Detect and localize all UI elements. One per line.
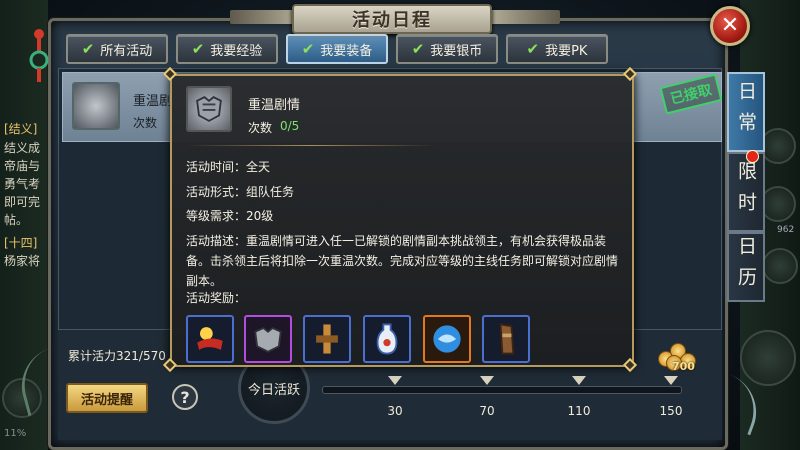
window-title: 活动日程: [352, 10, 432, 31]
title-ornament: [230, 10, 300, 24]
side-text: [结义]: [4, 122, 38, 136]
tab-all-activities[interactable]: ✔ 所有活动: [66, 34, 168, 64]
side-text: 即可完: [4, 195, 41, 209]
armor-icon: [254, 327, 282, 353]
reward-slot[interactable]: [244, 315, 292, 363]
tab-label: 我要装备: [320, 43, 373, 59]
side-text: 杨家将: [4, 254, 41, 268]
reward-slot[interactable]: [423, 315, 471, 363]
tab-label: 我要经验: [210, 43, 263, 59]
skill-button[interactable]: [740, 330, 796, 386]
side-text: [十四]: [4, 236, 38, 250]
side-tab-label: 日历: [735, 236, 757, 298]
tab-experience[interactable]: ✔ 我要经验: [176, 34, 278, 64]
red-cloth-icon: [197, 327, 223, 350]
tab-label: 所有活动: [100, 43, 153, 59]
side-text: 结义成: [4, 141, 41, 155]
armor-icon: [186, 86, 232, 132]
vitality-text: 累计活力321/570: [68, 349, 166, 363]
reward-slot[interactable]: [482, 315, 530, 363]
milestone-marker[interactable]: [572, 376, 586, 385]
check-icon: ✔: [81, 40, 95, 58]
check-icon: ✔: [526, 40, 540, 58]
skill-button[interactable]: [760, 186, 796, 222]
activity-remind-button[interactable]: 活动提醒: [66, 383, 148, 413]
tooltip-reward-label: 活动奖励：: [186, 291, 247, 305]
milestone-marker[interactable]: [480, 376, 494, 385]
tooltip-time: 活动时间：全天: [186, 160, 271, 174]
milestone-marker[interactable]: [388, 376, 402, 385]
reward-slot[interactable]: [303, 315, 351, 363]
milestone-label: 110: [567, 404, 591, 418]
tooltip-divider: [186, 145, 436, 146]
stat-value: 962: [777, 225, 795, 235]
close-icon: ✕: [720, 13, 740, 38]
milestone-marker[interactable]: [664, 376, 678, 385]
tooltip-count-label: 次数: [248, 121, 273, 135]
side-text: 勇气考: [4, 177, 41, 191]
milestone-label: 150: [659, 404, 683, 418]
side-tab-daily[interactable]: 日常: [727, 72, 765, 152]
coin-reward-value: 700: [672, 360, 695, 373]
tooltip-count-value: 0/5: [280, 119, 300, 133]
side-tab-label: 日常: [735, 81, 757, 143]
game-screen: 11% 962 重温剧 次数 已接取 [结义] 结义成 帝庙与 勇气考 即可完 …: [0, 0, 800, 450]
window-title-banner: 活动日程: [292, 4, 492, 34]
tab-equipment[interactable]: ✔ 我要装备: [286, 34, 388, 64]
check-icon: ✔: [301, 40, 315, 58]
activity-row-count: 次数: [133, 116, 158, 130]
close-button[interactable]: ✕: [710, 6, 750, 46]
blue-orb-icon: [433, 325, 461, 353]
tooltip-description: 活动描述：重温剧情可进入任一已解锁的剧情副本挑战领主，有机会获得极品装备。击杀领…: [186, 234, 619, 288]
hp-percent: 11%: [4, 428, 27, 439]
help-icon: ?: [180, 387, 190, 407]
skill-button[interactable]: [762, 248, 798, 284]
vase-icon: [376, 323, 398, 355]
title-ornament: [490, 10, 560, 24]
tab-label: 我要PK: [545, 43, 588, 59]
vitality-progress-track: [322, 386, 682, 394]
chinese-knot-icon: [29, 29, 49, 82]
check-icon: ✔: [191, 40, 205, 58]
scroll-icon: [316, 324, 338, 354]
tooltip-form: 活动形式：组队任务: [186, 185, 295, 199]
activity-row-name: 重温剧: [133, 94, 173, 109]
remind-button-label: 活动提醒: [80, 392, 133, 408]
tooltip-title: 重温剧情: [248, 98, 301, 113]
side-text: 帖。: [4, 213, 29, 227]
side-tab-label: 限时: [735, 161, 757, 223]
help-button[interactable]: ?: [172, 384, 198, 410]
milestone-label: 70: [479, 404, 495, 418]
armor-icon: [72, 82, 120, 130]
tab-label: 我要银币: [430, 43, 483, 59]
tab-pk[interactable]: ✔ 我要PK: [506, 34, 608, 64]
bracer-icon: [499, 323, 515, 355]
tab-silver[interactable]: ✔ 我要银币: [396, 34, 498, 64]
reward-slot[interactable]: [186, 315, 234, 363]
side-tab-limited[interactable]: 限时: [727, 152, 765, 232]
category-tabs: ✔ 所有活动 ✔ 我要经验 ✔ 我要装备 ✔ 我要银币 ✔ 我要PK: [66, 34, 608, 64]
reward-slot[interactable]: [363, 315, 411, 363]
skill-button[interactable]: [760, 128, 796, 164]
notification-badge: [746, 150, 759, 163]
check-icon: ✔: [411, 40, 425, 58]
side-text: 帝庙与: [4, 159, 41, 173]
tooltip-level: 等级需求：20级: [186, 209, 274, 223]
today-active-label: 今日活跃: [247, 382, 300, 398]
side-tab-calendar[interactable]: 日历: [727, 232, 765, 302]
milestone-label: 30: [387, 404, 403, 418]
